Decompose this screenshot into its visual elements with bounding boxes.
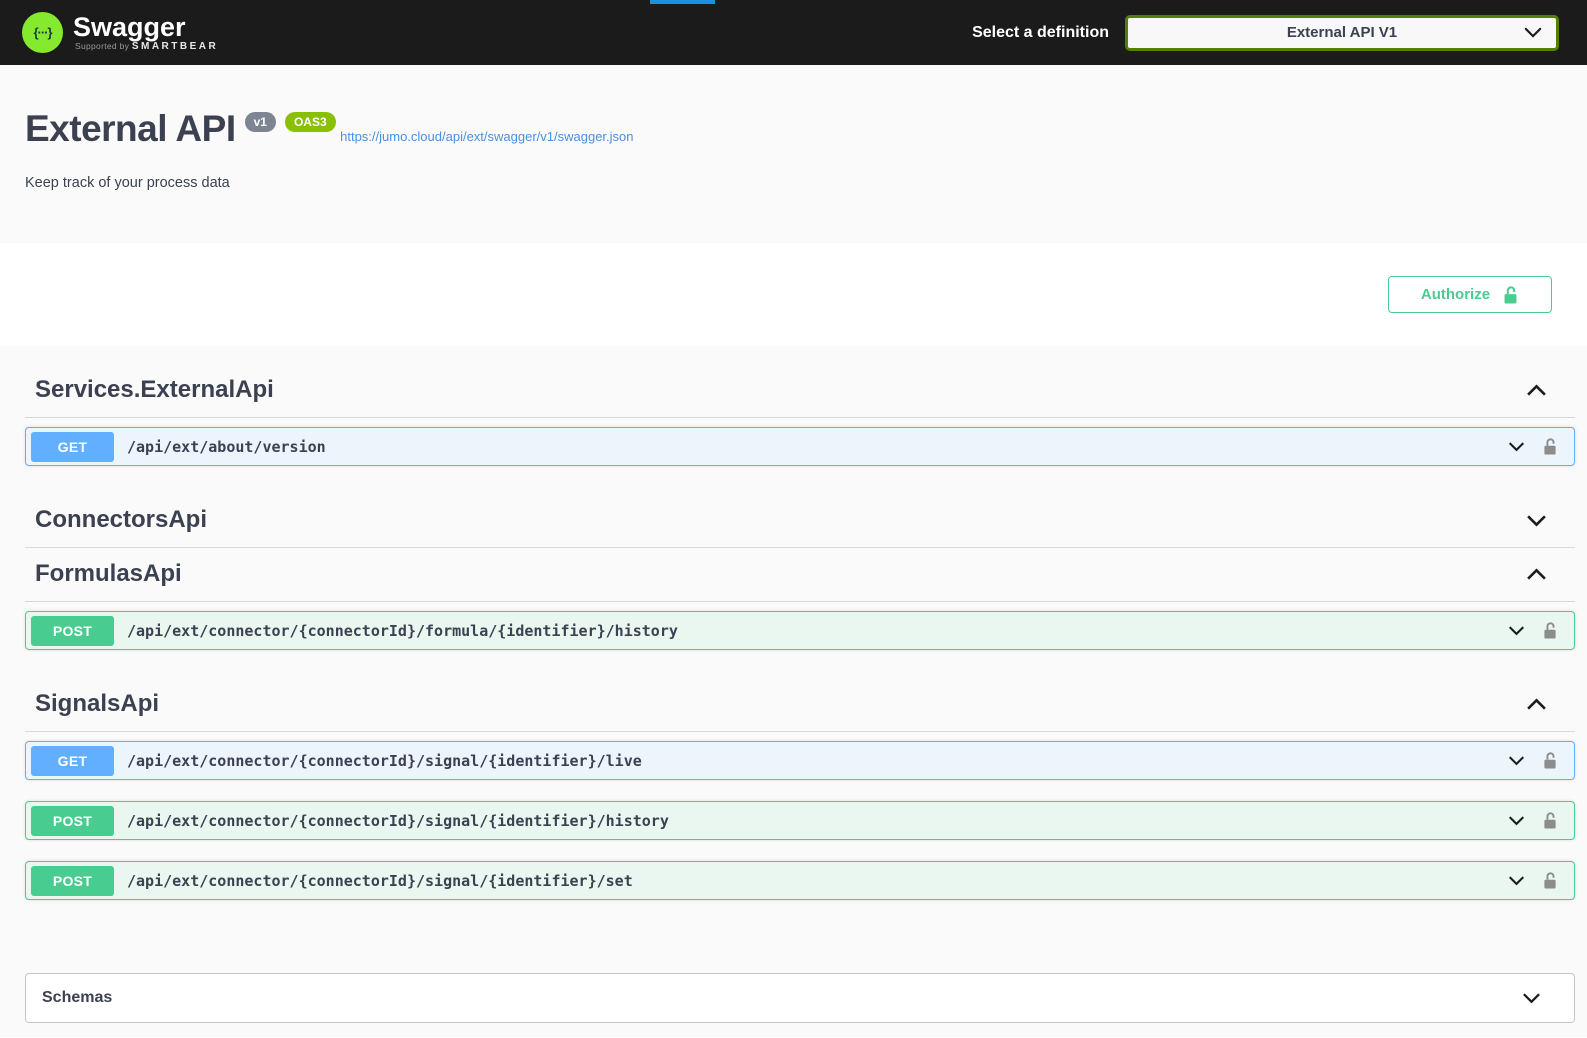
smartbear-brand: SMARTBEAR: [132, 41, 218, 52]
topbar: {···} Swagger Supported by SMARTBEAR Sel…: [0, 0, 1587, 65]
section-title: SignalsApi: [35, 690, 159, 718]
method-badge: GET: [31, 432, 114, 462]
authorize-button-label: Authorize: [1421, 286, 1490, 303]
chevron-down-icon: [1508, 441, 1525, 452]
operation-row[interactable]: GET /api/ext/connector/{connectorId}/sig…: [25, 741, 1575, 780]
info-section: External API v1 OAS3 https://jumo.cloud/…: [0, 65, 1587, 243]
definition-select-label: Select a definition: [972, 24, 1109, 42]
schemas-section-header[interactable]: Schemas: [25, 973, 1575, 1023]
spec-url-link[interactable]: https://jumo.cloud/api/ext/swagger/v1/sw…: [340, 129, 633, 144]
operation-path: /api/ext/connector/{connectorId}/signal/…: [127, 752, 1508, 770]
oas3-badge: OAS3: [285, 112, 336, 132]
operation-path: /api/ext/connector/{connectorId}/formula…: [127, 622, 1508, 640]
section-header-services-externalapi[interactable]: Services.ExternalApi: [25, 364, 1575, 418]
definition-select-value: External API V1: [1287, 24, 1397, 41]
unlock-icon: [1502, 285, 1519, 305]
chevron-down-icon: [1508, 815, 1525, 826]
operations-area: Services.ExternalApi GET /api/ext/about/…: [0, 346, 1587, 1037]
section-header-signalsapi[interactable]: SignalsApi: [25, 678, 1575, 732]
version-badge: v1: [245, 112, 276, 132]
operation-row[interactable]: POST /api/ext/connector/{connectorId}/si…: [25, 801, 1575, 840]
method-badge: POST: [31, 616, 114, 646]
section-header-formulasapi[interactable]: FormulasApi: [25, 548, 1575, 602]
section-formulasapi: FormulasApi POST /api/ext/connector/{con…: [25, 548, 1575, 678]
api-description: Keep track of your process data: [25, 175, 1562, 191]
chevron-down-icon: [1508, 875, 1525, 886]
chevron-up-icon: [1526, 568, 1547, 581]
chevron-up-icon: [1526, 384, 1547, 397]
method-badge: GET: [31, 746, 114, 776]
section-services-externalapi: Services.ExternalApi GET /api/ext/about/…: [25, 364, 1575, 494]
section-title: ConnectorsApi: [35, 506, 207, 534]
unlock-icon[interactable]: [1542, 437, 1558, 456]
section-signalsapi: SignalsApi GET /api/ext/connector/{conne…: [25, 678, 1575, 928]
unlock-icon[interactable]: [1542, 751, 1558, 770]
top-progress-bar: [650, 0, 715, 4]
supported-by-text: Supported by: [75, 41, 132, 51]
chevron-down-icon: [1524, 27, 1542, 38]
swagger-brand: {···} Swagger Supported by SMARTBEAR: [22, 12, 218, 53]
chevron-down-icon: [1522, 992, 1541, 1004]
section-connectorsapi: ConnectorsApi: [25, 494, 1575, 548]
method-badge: POST: [31, 866, 114, 896]
scheme-container: Authorize: [0, 243, 1587, 346]
unlock-icon[interactable]: [1542, 871, 1558, 890]
unlock-icon[interactable]: [1542, 811, 1558, 830]
section-header-connectorsapi[interactable]: ConnectorsApi: [25, 494, 1575, 548]
operation-row[interactable]: POST /api/ext/connector/{connectorId}/si…: [25, 861, 1575, 900]
operation-path: /api/ext/connector/{connectorId}/signal/…: [127, 872, 1508, 890]
chevron-down-icon: [1508, 625, 1525, 636]
brand-subtitle: Supported by SMARTBEAR: [75, 41, 218, 52]
brand-name: Swagger: [73, 13, 218, 41]
operation-path: /api/ext/connector/{connectorId}/signal/…: [127, 812, 1508, 830]
section-title: Services.ExternalApi: [35, 376, 274, 404]
authorize-button[interactable]: Authorize: [1388, 276, 1552, 313]
method-badge: POST: [31, 806, 114, 836]
unlock-icon[interactable]: [1542, 621, 1558, 640]
section-title: FormulasApi: [35, 560, 182, 588]
operation-path: /api/ext/about/version: [127, 438, 1508, 456]
swagger-logo-icon: {···}: [22, 12, 63, 53]
chevron-up-icon: [1526, 698, 1547, 711]
schemas-title: Schemas: [42, 989, 112, 1007]
operation-row[interactable]: POST /api/ext/connector/{connectorId}/fo…: [25, 611, 1575, 650]
chevron-down-icon: [1526, 514, 1547, 527]
chevron-down-icon: [1508, 755, 1525, 766]
api-title: External API: [25, 108, 236, 150]
definition-select[interactable]: External API V1: [1125, 15, 1559, 51]
operation-row[interactable]: GET /api/ext/about/version: [25, 427, 1575, 466]
